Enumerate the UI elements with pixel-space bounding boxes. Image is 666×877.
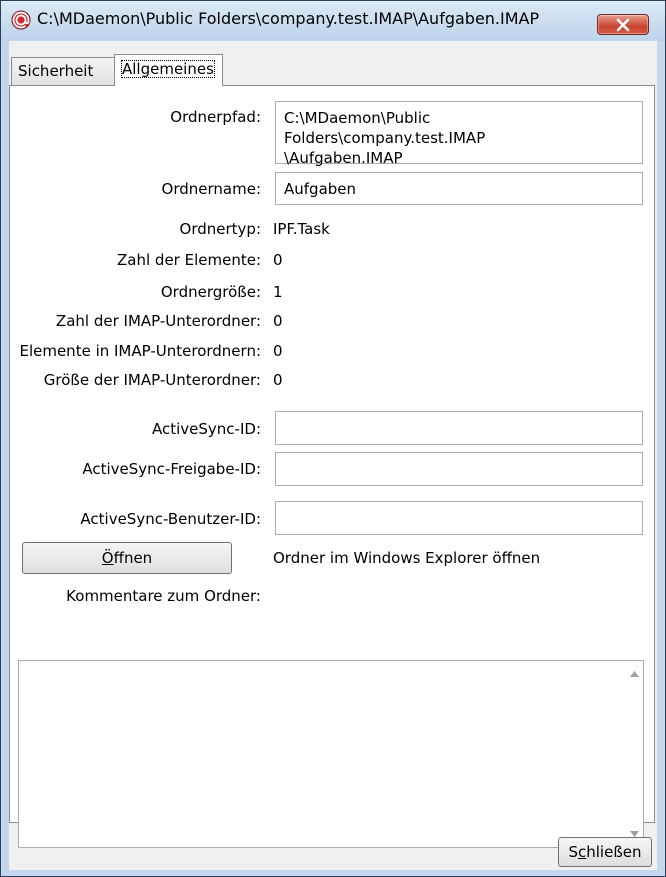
imap-subfolder-count-label: Zahl der IMAP-Unterordner: — [55, 312, 261, 330]
folder-size-value: 1 — [273, 283, 283, 301]
title-bar[interactable]: C:\MDaemon\Public Folders\company.test.I… — [1, 1, 665, 41]
folder-name-field[interactable]: Aufgaben — [275, 172, 643, 205]
comments-label: Kommentare zum Ordner: — [66, 587, 261, 605]
activesync-id-label: ActiveSync-ID: — [152, 420, 261, 438]
element-count-value: 0 — [273, 251, 283, 269]
activesync-user-id-field[interactable] — [275, 501, 643, 535]
open-button-label: ffnen — [113, 549, 153, 567]
folder-name-label: Ordnername: — [161, 180, 261, 198]
folder-type-value: IPF.Task — [273, 220, 330, 238]
dialog-window: C:\MDaemon\Public Folders\company.test.I… — [0, 0, 666, 877]
activesync-user-id-label: ActiveSync-Benutzer-ID: — [80, 510, 261, 528]
open-explorer-description: Ordner im Windows Explorer öffnen — [273, 549, 541, 567]
close-button-mnemonic: c — [578, 843, 587, 861]
imap-subfolder-size-value: 0 — [273, 371, 283, 389]
tab-sicherheit[interactable]: Sicherheit — [11, 57, 115, 85]
close-button-post: hließen — [586, 843, 642, 861]
mdaemon-app-icon — [11, 10, 31, 30]
open-folder-button[interactable]: Öffnen — [22, 542, 232, 574]
close-icon — [616, 18, 630, 32]
imap-subfolder-elements-label: Elemente in IMAP-Unterordnern: — [19, 342, 261, 360]
window-title: C:\MDaemon\Public Folders\company.test.I… — [37, 9, 540, 28]
dialog-client-area: Sicherheit Allgemeines Ordnerpfad: C:\MD… — [9, 41, 657, 870]
activesync-share-id-field[interactable] — [275, 452, 643, 486]
comments-scrollbar[interactable] — [626, 661, 643, 847]
folder-path-field[interactable]: C:\MDaemon\Public Folders\company.test.I… — [275, 101, 643, 167]
imap-subfolder-elements-value: 0 — [273, 342, 283, 360]
element-count-label: Zahl der Elemente: — [117, 251, 261, 269]
activesync-id-field[interactable] — [275, 411, 643, 445]
imap-subfolder-size-label: Größe der IMAP-Unterordner: — [43, 371, 261, 389]
folder-type-label: Ordnertyp: — [179, 220, 261, 238]
scroll-up-arrow-icon[interactable] — [630, 671, 639, 677]
tab-allgemeines[interactable]: Allgemeines — [114, 54, 223, 86]
folder-path-label: Ordnerpfad: — [170, 108, 261, 126]
tab-sicherheit-label: Sicherheit — [18, 62, 94, 80]
open-button-mnemonic: Ö — [101, 549, 114, 567]
tab-allgemeines-label: Allgemeines — [121, 60, 215, 78]
folder-size-label: Ordnergröße: — [160, 283, 261, 301]
activesync-share-id-label: ActiveSync-Freigabe-ID: — [82, 460, 261, 478]
close-window-button[interactable] — [597, 14, 649, 35]
imap-subfolder-count-value: 0 — [273, 312, 283, 330]
comments-textarea[interactable] — [18, 660, 644, 848]
close-dialog-button[interactable]: Schließen — [558, 837, 652, 867]
close-button-pre: S — [568, 843, 578, 861]
tab-panel-allgemeines: Ordnerpfad: C:\MDaemon\Public Folders\co… — [9, 85, 655, 848]
